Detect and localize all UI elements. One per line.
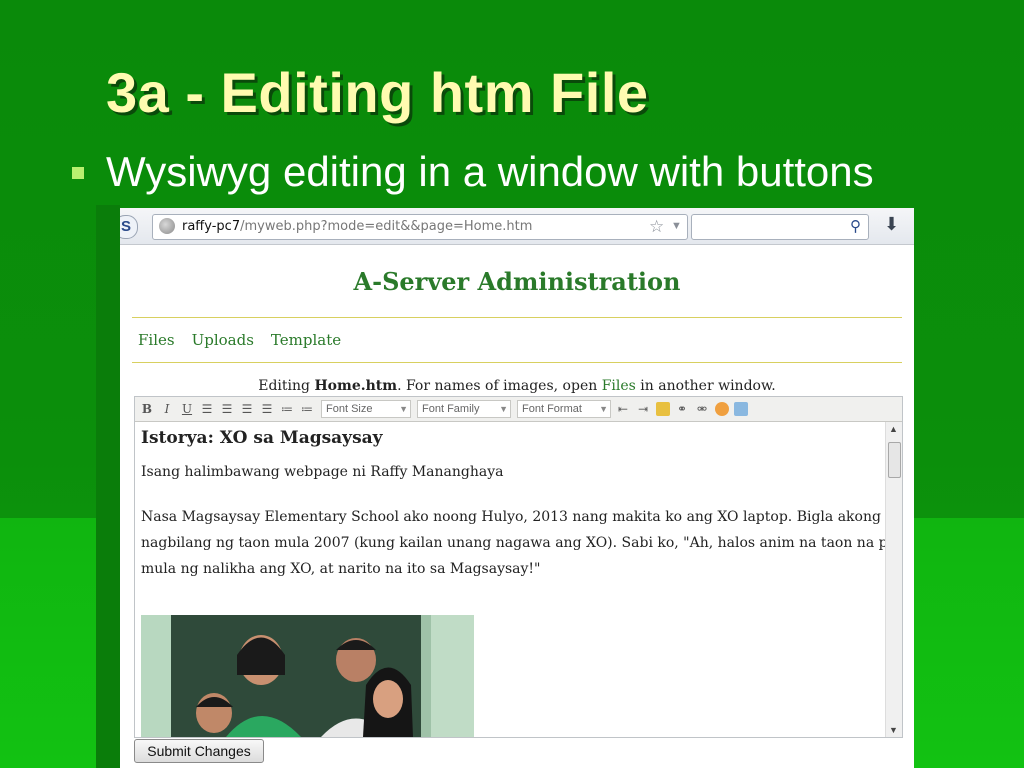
browser-window: S raffy-pc7/myweb.php?mode=edit&&page=Ho…	[120, 208, 914, 768]
link-icon[interactable]: ⚭	[674, 400, 690, 418]
edit-html-icon[interactable]	[656, 402, 670, 416]
chevron-down-icon: ▼	[399, 404, 408, 414]
globe-icon	[159, 218, 175, 234]
slide-decoration-right	[912, 518, 1024, 768]
font-size-label: Font Size	[326, 403, 373, 415]
ordered-list-icon[interactable]: ≔	[279, 400, 295, 418]
indent-icon[interactable]: ⇥	[635, 400, 651, 418]
editing-mid: . For names of images, open	[397, 378, 602, 394]
nav-link-files[interactable]: Files	[138, 331, 175, 349]
editing-filename: Home.htm	[314, 378, 398, 394]
family-photo-image	[141, 615, 474, 737]
slide-title: 3a - Editing htm File	[106, 61, 649, 124]
doc-photo	[141, 615, 474, 737]
admin-page: A-Server Administration Files Uploads Te…	[120, 245, 914, 768]
scroll-thumb[interactable]	[888, 442, 901, 478]
editing-suffix: in another window.	[635, 378, 776, 394]
editing-prefix: Editing	[258, 378, 315, 394]
addon-s-icon[interactable]: S	[120, 215, 138, 239]
scroll-up-arrow-icon[interactable]: ▲	[889, 424, 898, 434]
bullet-square-icon	[72, 167, 84, 179]
submit-changes-button[interactable]: Submit Changes	[134, 739, 264, 763]
unordered-list-icon[interactable]: ≔	[299, 400, 315, 418]
font-family-select[interactable]: Font Family ▼	[417, 400, 511, 418]
font-size-select[interactable]: Font Size ▼	[321, 400, 411, 418]
history-dropdown-icon[interactable]: ▼	[671, 220, 682, 232]
header-divider	[132, 317, 902, 318]
site-title: A-Server Administration	[353, 267, 681, 296]
site-nav: Files Uploads Template	[138, 331, 341, 349]
nav-divider	[132, 362, 902, 363]
nav-link-uploads[interactable]: Uploads	[192, 331, 254, 349]
editor-content[interactable]: Istorya: XO sa Magsaysay Isang halimbawa…	[135, 422, 885, 737]
editor-scrollbar[interactable]: ▲ ▼	[885, 422, 902, 737]
bold-button[interactable]: B	[139, 400, 155, 418]
doc-heading: Istorya: XO sa Magsaysay	[141, 428, 383, 448]
nav-link-template[interactable]: Template	[271, 331, 341, 349]
slide-bullet: Wysiwyg editing in a window with buttons	[72, 146, 874, 198]
url-bar[interactable]: raffy-pc7/myweb.php?mode=edit&&page=Home…	[152, 214, 704, 240]
url-path: /myweb.php?mode=edit&&page=Home.htm	[240, 219, 533, 234]
italic-button[interactable]: I	[159, 400, 175, 418]
url-host: raffy-pc7	[182, 219, 241, 234]
download-icon[interactable]: ⬇	[884, 214, 899, 235]
align-center-icon[interactable]: ☰	[219, 400, 235, 418]
align-left-icon[interactable]: ☰	[199, 400, 215, 418]
align-justify-icon[interactable]: ☰	[259, 400, 275, 418]
editor-toolbar: B I U ☰ ☰ ☰ ☰ ≔ ≔ Font Size ▼ Font Family…	[135, 397, 902, 422]
bookmark-star-icon[interactable]: ☆	[649, 217, 664, 237]
doc-subtitle: Isang halimbawang webpage ni Raffy Manan…	[141, 464, 504, 480]
align-right-icon[interactable]: ☰	[239, 400, 255, 418]
url-text[interactable]: raffy-pc7/myweb.php?mode=edit&&page=Home…	[182, 219, 532, 234]
unlink-icon[interactable]: ⚮	[694, 400, 710, 418]
wysiwyg-editor: B I U ☰ ☰ ☰ ☰ ≔ ≔ Font Size ▼ Font Family…	[134, 396, 903, 738]
color-palette-icon[interactable]	[715, 402, 729, 416]
chevron-down-icon: ▼	[599, 404, 608, 414]
underline-button[interactable]: U	[179, 400, 195, 418]
slide-decoration-strip	[96, 205, 120, 768]
chevron-down-icon: ▼	[499, 404, 508, 414]
files-link[interactable]: Files	[602, 378, 636, 394]
bullet-text: Wysiwyg editing in a window with buttons	[106, 148, 874, 195]
search-input[interactable]: ⚲	[691, 214, 869, 240]
editing-info: Editing Home.htm. For names of images, o…	[120, 378, 914, 394]
font-format-select[interactable]: Font Format ▼	[517, 400, 611, 418]
font-format-label: Font Format	[522, 403, 582, 415]
outdent-icon[interactable]: ⇤	[615, 400, 631, 418]
doc-paragraph: Nasa Magsaysay Elementary School ako noo…	[141, 509, 885, 577]
search-icon[interactable]: ⚲	[850, 217, 861, 235]
insert-image-icon[interactable]	[734, 402, 748, 416]
font-family-label: Font Family	[422, 403, 480, 415]
browser-toolbar: S raffy-pc7/myweb.php?mode=edit&&page=Ho…	[120, 208, 914, 245]
scroll-down-arrow-icon[interactable]: ▼	[889, 725, 898, 735]
